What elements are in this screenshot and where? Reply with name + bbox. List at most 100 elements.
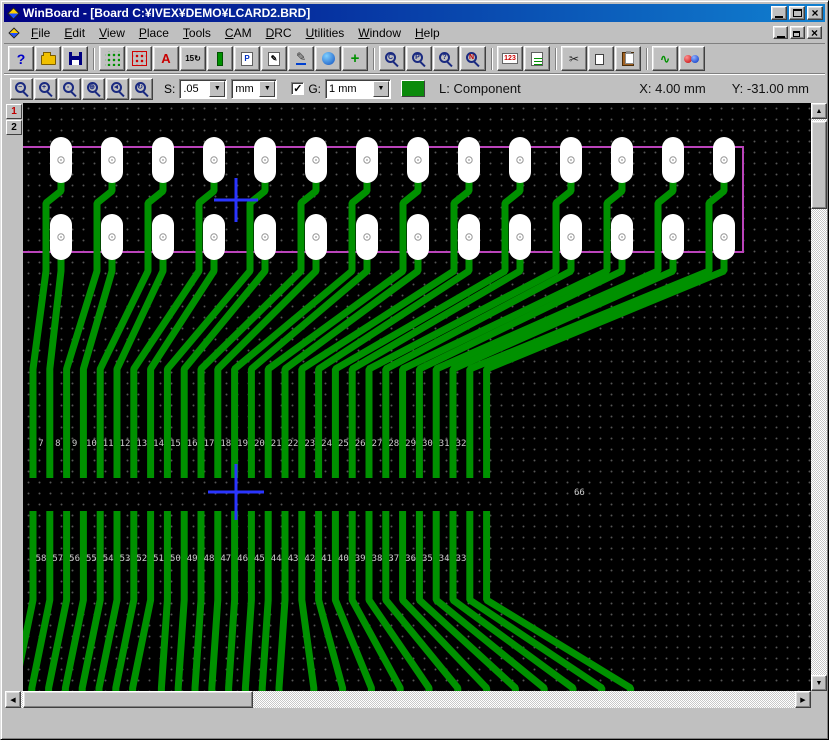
- zoom-query-button[interactable]: ?: [433, 46, 459, 71]
- coordinate-y: Y: -31.00 mm: [732, 81, 809, 96]
- active-color-swatch[interactable]: [401, 80, 425, 97]
- vertical-scroll-thumb[interactable]: [811, 121, 827, 209]
- vertical-scrollbar[interactable]: ▲ ▼: [811, 103, 827, 691]
- grid-value: 1 mm: [326, 83, 373, 95]
- zoom-all-button[interactable]: ⊕: [82, 78, 105, 100]
- layer-2-button[interactable]: 2: [6, 120, 22, 135]
- route-trace-button[interactable]: ✎: [288, 46, 314, 71]
- paste-button[interactable]: [615, 46, 641, 71]
- svg-text:34: 34: [439, 554, 450, 564]
- layer-1-button[interactable]: 1: [6, 104, 22, 119]
- redraw-button[interactable]: ↻: [130, 78, 153, 100]
- help-button[interactable]: ?: [8, 46, 34, 71]
- pcb-canvas[interactable]: 7891011121314151617181920212223242526272…: [23, 103, 811, 691]
- cut-button[interactable]: ✂: [561, 46, 587, 71]
- title-bar: WinBoard - [Board C:¥IVEX¥DEMO¥LCARD2.BR…: [4, 4, 825, 22]
- svg-text:49: 49: [187, 554, 198, 564]
- svg-text:43: 43: [288, 554, 299, 564]
- scrollbar-corner: [811, 691, 827, 708]
- svg-text:41: 41: [321, 554, 332, 564]
- menu-tools[interactable]: Tools: [176, 24, 218, 42]
- scroll-left-button[interactable]: ◀: [5, 691, 21, 708]
- close-button[interactable]: ×: [807, 6, 823, 20]
- menu-edit[interactable]: Edit: [57, 24, 92, 42]
- main-toolbar: ? A 15↻ P ✎ ✎ + C P ? N 123 ✂ ∿: [4, 44, 825, 74]
- menu-window[interactable]: Window: [351, 24, 408, 42]
- snap-combobox[interactable]: .05 ▼: [179, 79, 227, 99]
- svg-text:32: 32: [456, 439, 467, 449]
- open-file-button[interactable]: [35, 46, 61, 71]
- svg-text:23: 23: [304, 439, 315, 449]
- scroll-down-button[interactable]: ▼: [811, 675, 827, 691]
- rotate-15-button[interactable]: 15↻: [180, 46, 206, 71]
- mdi-close-button[interactable]: ×: [807, 26, 822, 39]
- zoom-part-button[interactable]: P: [406, 46, 432, 71]
- svg-text:8: 8: [55, 439, 60, 449]
- world-view-button[interactable]: [315, 46, 341, 71]
- menu-view[interactable]: View: [92, 24, 132, 42]
- svg-text:10: 10: [86, 439, 97, 449]
- maximize-button[interactable]: [789, 6, 805, 20]
- winboard-app-icon[interactable]: [7, 7, 20, 20]
- horizontal-scroll-thumb[interactable]: [23, 691, 253, 708]
- svg-text:11: 11: [103, 439, 114, 449]
- copy-button[interactable]: [588, 46, 614, 71]
- grid-snap-button[interactable]: [126, 46, 152, 71]
- mdi-restore-button[interactable]: [790, 26, 805, 39]
- zoom-out-button[interactable]: −: [10, 78, 33, 100]
- scissors-icon: ✂: [569, 52, 579, 66]
- report-button[interactable]: [524, 46, 550, 71]
- svg-text:19: 19: [237, 439, 248, 449]
- menu-cam[interactable]: CAM: [218, 24, 259, 42]
- help-icon: ?: [17, 51, 26, 67]
- paste-clipboard-icon: [622, 52, 634, 66]
- text-tool-button[interactable]: A: [153, 46, 179, 71]
- mdi-minimize-button[interactable]: [773, 26, 788, 39]
- menu-utilities[interactable]: Utilities: [299, 24, 352, 42]
- zoom-select-button[interactable]: C: [379, 46, 405, 71]
- chevron-down-icon[interactable]: ▼: [373, 81, 389, 97]
- zoom-previous-icon: ◄: [111, 82, 122, 93]
- part-list-button[interactable]: P: [234, 46, 260, 71]
- save-file-button[interactable]: [62, 46, 88, 71]
- grid-dots-icon: [105, 51, 120, 66]
- svg-text:16: 16: [187, 439, 198, 449]
- horizontal-scrollbar[interactable]: ◀ ▶: [5, 691, 811, 708]
- grid-combobox[interactable]: 1 mm ▼: [325, 79, 391, 99]
- zoom-previous-button[interactable]: ◄: [106, 78, 129, 100]
- rotate-15-icon: 15↻: [185, 54, 201, 63]
- window-footer: [4, 708, 825, 738]
- svg-text:29: 29: [405, 439, 416, 449]
- menu-place[interactable]: Place: [132, 24, 176, 42]
- zoom-in-button[interactable]: +: [34, 78, 57, 100]
- scroll-right-button[interactable]: ▶: [795, 691, 811, 708]
- menu-drc[interactable]: DRC: [259, 24, 299, 42]
- net-highlight-button[interactable]: ∿: [652, 46, 678, 71]
- document-icon[interactable]: [8, 27, 19, 38]
- grid-checkbox[interactable]: ✓: [291, 82, 304, 95]
- menu-file[interactable]: File: [24, 24, 57, 42]
- mdi-window-controls: ×: [771, 26, 822, 39]
- unit-combobox[interactable]: mm ▼: [231, 79, 277, 99]
- svg-text:28: 28: [388, 439, 399, 449]
- grid-dots-button[interactable]: [99, 46, 125, 71]
- svg-text:55: 55: [86, 554, 97, 564]
- zoom-window-button[interactable]: ▫: [58, 78, 81, 100]
- place-pad-button[interactable]: [207, 46, 233, 71]
- snap-label: S:: [164, 82, 175, 96]
- color-palette-button[interactable]: [679, 46, 705, 71]
- scroll-up-button[interactable]: ▲: [811, 103, 827, 119]
- chevron-down-icon[interactable]: ▼: [209, 81, 225, 97]
- copy-icon: [595, 54, 604, 65]
- chevron-down-icon[interactable]: ▼: [259, 81, 275, 97]
- dimension-button[interactable]: 123: [497, 46, 523, 71]
- menu-help[interactable]: Help: [408, 24, 447, 42]
- svg-text:44: 44: [271, 554, 282, 564]
- edit-document-button[interactable]: ✎: [261, 46, 287, 71]
- minimize-button[interactable]: [771, 6, 787, 20]
- grid-label: G:: [308, 82, 321, 96]
- zoom-net-button[interactable]: N: [460, 46, 486, 71]
- svg-text:66: 66: [574, 488, 585, 498]
- svg-text:22: 22: [288, 439, 299, 449]
- via-grid-button[interactable]: +: [342, 46, 368, 71]
